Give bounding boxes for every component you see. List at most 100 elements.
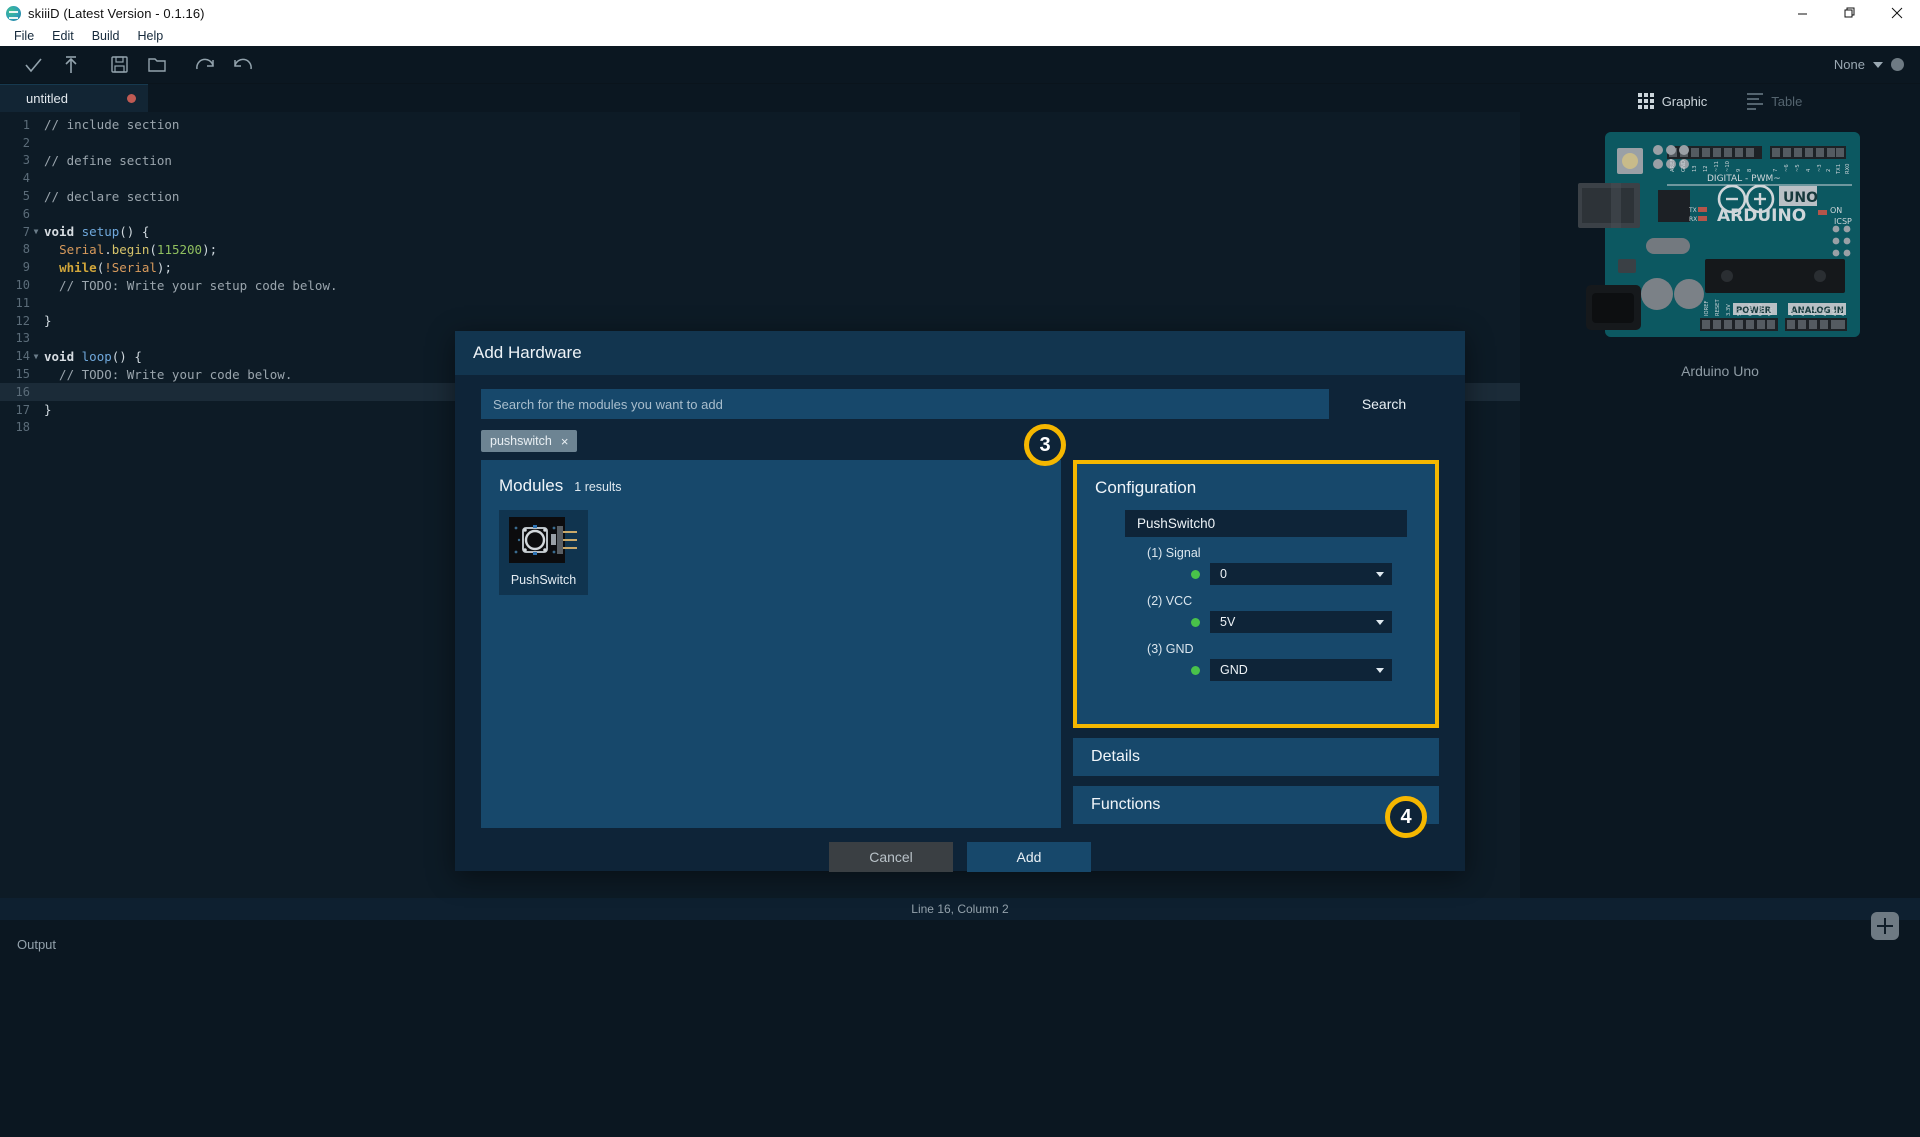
svg-text:A3: A3	[1822, 309, 1828, 316]
module-card-pushswitch[interactable]: PushSwitch	[499, 510, 588, 595]
svg-text:13: 13	[1692, 165, 1698, 172]
maximize-icon[interactable]	[1826, 0, 1873, 26]
svg-text:GND: GND	[1681, 160, 1687, 172]
tab-graphic-label: Graphic	[1661, 93, 1708, 109]
pin-select-gnd-value: GND	[1220, 663, 1248, 677]
svg-text:8: 8	[1747, 169, 1753, 172]
board-selector[interactable]: None	[1834, 57, 1904, 72]
dialog-header: Add Hardware	[455, 331, 1465, 375]
pin-row-gnd: GND	[1191, 659, 1417, 681]
line-number: 8	[22, 242, 30, 257]
svg-text:A2: A2	[1811, 309, 1817, 316]
svg-text:UNO: UNO	[1783, 190, 1818, 206]
tab-table[interactable]: Table	[1747, 92, 1802, 110]
code-line: 8 Serial.begin(115200);	[0, 241, 1520, 259]
code-text: while(!Serial);	[59, 259, 172, 275]
search-button[interactable]: Search	[1329, 389, 1439, 419]
verify-check-icon[interactable]	[14, 50, 52, 80]
upload-arrow-icon[interactable]	[52, 50, 90, 80]
skiiid-logo-icon	[6, 5, 21, 21]
pin-label-signal: (1) Signal	[1147, 546, 1201, 560]
svg-text:~11: ~11	[1714, 161, 1720, 172]
svg-text:IOREF: IOREF	[1704, 301, 1710, 316]
code-text: // declare section	[44, 188, 180, 204]
svg-text:RX0: RX0	[1845, 164, 1851, 174]
minimize-icon[interactable]	[1779, 0, 1826, 26]
pin-select-signal[interactable]: 0	[1210, 563, 1393, 585]
editor-tab-bar: untitled	[0, 84, 1520, 112]
arduino-board-preview: DIGITAL - PWM~ ARDUINO UNO POWER ANALOG …	[1520, 128, 1920, 379]
redo-icon[interactable]	[186, 50, 224, 80]
board-selector-value: None	[1833, 57, 1865, 72]
line-number: 3	[22, 153, 30, 168]
close-icon[interactable]	[1873, 0, 1920, 26]
open-folder-icon[interactable]	[138, 50, 176, 80]
svg-text:A1: A1	[1800, 309, 1806, 316]
svg-text:ICSP: ICSP	[1834, 217, 1852, 226]
hardware-preview-panel: Graphic Table DIGITAL - PWM~ ARDUINO UNO…	[1520, 84, 1920, 900]
code-line: 2	[0, 134, 1520, 152]
window-title: skiiiD (Latest Version - 0.1.16)	[28, 5, 205, 21]
add-hardware-fab[interactable]	[1871, 912, 1899, 940]
fold-arrow-icon[interactable]: ▼	[30, 227, 42, 236]
menu-build[interactable]: Build	[83, 26, 129, 46]
modules-header: Modules 1 results	[499, 476, 1043, 496]
pin-status-dot-icon	[1191, 569, 1201, 579]
pin-select-vcc[interactable]: 5V	[1210, 611, 1393, 633]
details-accordion[interactable]: Details	[1073, 738, 1439, 776]
code-text: void loop() {	[44, 348, 142, 364]
svg-text:~5: ~5	[1795, 164, 1801, 172]
chip-remove-icon[interactable]: ×	[561, 434, 569, 449]
undo-icon[interactable]	[224, 50, 262, 80]
code-text: void setup() {	[44, 224, 150, 240]
svg-text:12: 12	[1703, 165, 1709, 172]
instance-name-input[interactable]: PushSwitch0	[1125, 510, 1408, 537]
line-number: 9	[22, 260, 30, 275]
line-number: 15	[15, 367, 30, 382]
code-line: 3 // define section	[0, 152, 1520, 170]
menu-help[interactable]: Help	[129, 26, 173, 46]
code-line: 10 // TODO: Write your setup code below.	[0, 276, 1520, 294]
svg-text:ON: ON	[1830, 206, 1842, 215]
code-line: 11	[0, 294, 1520, 312]
line-number: 12	[15, 313, 30, 328]
editor-tab-untitled[interactable]: untitled	[0, 84, 148, 112]
code-text: }	[44, 402, 52, 418]
menu-edit[interactable]: Edit	[43, 26, 83, 46]
code-line: 7 ▼ void setup() {	[0, 223, 1520, 241]
module-card-label: PushSwitch	[510, 573, 577, 587]
menu-file[interactable]: File	[5, 26, 43, 46]
modules-title: Modules	[499, 476, 564, 495]
code-text: // include section	[44, 117, 180, 133]
code-line: 12}	[0, 312, 1520, 330]
save-floppy-icon[interactable]	[100, 50, 138, 80]
svg-text:Vin: Vin	[1768, 308, 1774, 316]
svg-text:DIGITAL - PWM~: DIGITAL - PWM~	[1707, 174, 1781, 184]
cursor-position-text: Line 16, Column 2	[911, 902, 1009, 916]
search-tag-chip[interactable]: pushswitch ×	[481, 430, 578, 452]
svg-text:GND: GND	[1758, 304, 1764, 316]
modules-result-count: 1 results	[574, 480, 622, 494]
output-label: Output	[17, 937, 57, 952]
svg-text:A0: A0	[1789, 309, 1795, 316]
search-input[interactable]	[481, 389, 1329, 419]
tab-graphic[interactable]: Graphic	[1637, 93, 1708, 109]
svg-text:9: 9	[1736, 169, 1742, 172]
board-caption: Arduino Uno	[1681, 363, 1759, 379]
search-tag-list: pushswitch ×	[481, 430, 1439, 452]
line-number: 13	[15, 331, 30, 346]
svg-text:A5: A5	[1840, 309, 1846, 316]
svg-text:AREF: AREF	[1670, 159, 1676, 172]
app-window: skiiiD (Latest Version - 0.1.16) File Ed…	[0, 0, 1920, 1137]
window-controls	[1779, 0, 1920, 26]
dialog-panes: Modules 1 results PushSwitch Configurati…	[481, 460, 1439, 828]
list-lines-icon	[1747, 92, 1764, 110]
pin-select-gnd[interactable]: GND	[1210, 659, 1393, 681]
fold-arrow-icon[interactable]: ▼	[30, 352, 42, 361]
add-button[interactable]: Add	[967, 842, 1091, 872]
line-number: 2	[22, 135, 30, 150]
arduino-uno-board-icon: DIGITAL - PWM~ ARDUINO UNO POWER ANALOG …	[1578, 132, 1860, 337]
code-line: 4	[0, 169, 1520, 187]
chevron-down-icon	[1376, 571, 1385, 577]
cancel-button[interactable]: Cancel	[829, 842, 953, 872]
